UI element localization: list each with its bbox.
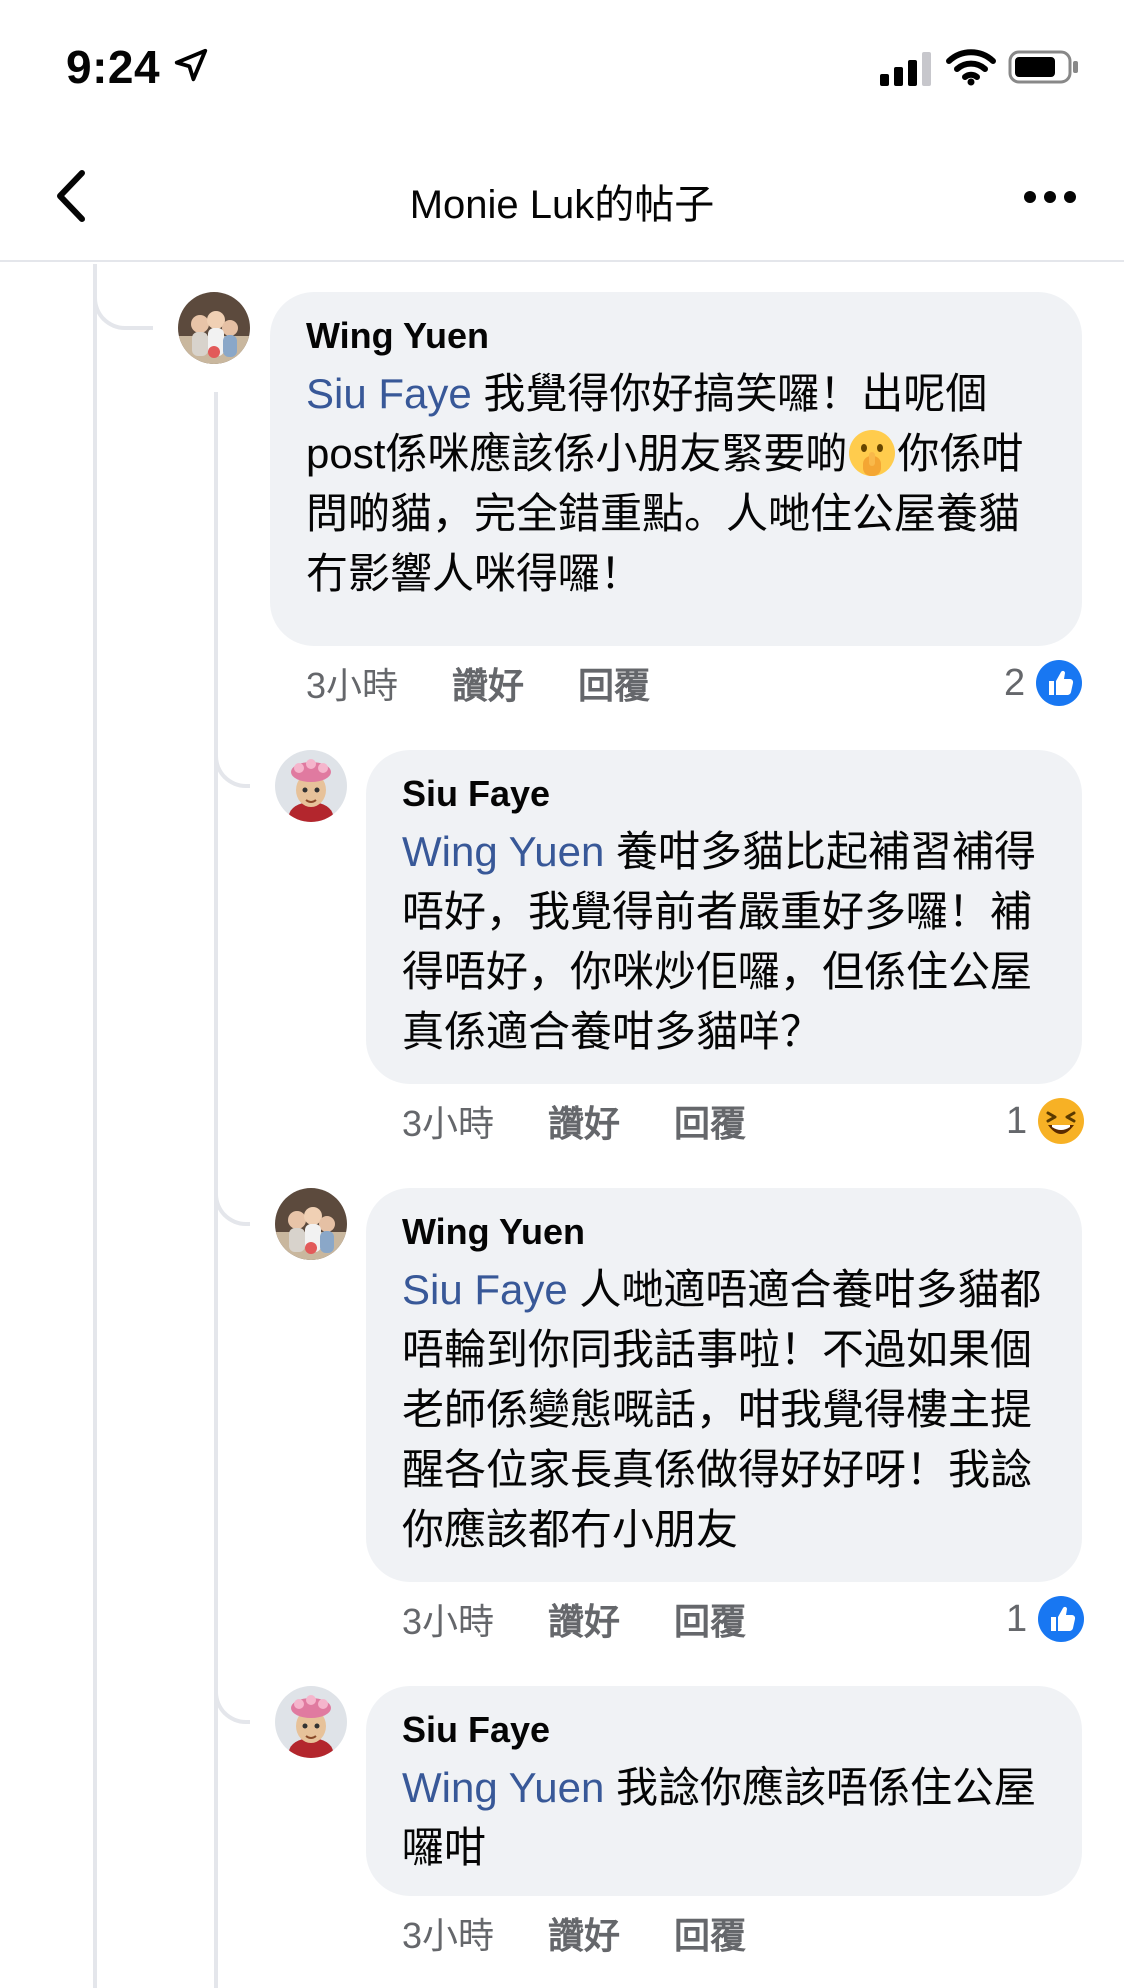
thread-line	[93, 264, 97, 1988]
comment-text: Siu Faye 我覺得你好搞笑囉！出呢個post係咪應該係小朋友緊要啲 你係咁…	[306, 364, 1046, 604]
comment-bubble: Wing Yuen Siu Faye 我覺得你好搞笑囉！出呢個post係咪應該係…	[270, 292, 1082, 646]
comment-time[interactable]: 3小時	[402, 1593, 494, 1645]
comment-time[interactable]: 3小時	[402, 1095, 494, 1147]
comment-author[interactable]: Wing Yuen	[402, 1210, 1046, 1254]
comment-time[interactable]: 3小時	[402, 1907, 494, 1959]
haha-icon	[1038, 1098, 1085, 1144]
comment-time[interactable]: 3小時	[306, 657, 398, 709]
location-arrow-icon	[174, 48, 208, 82]
status-time: 9:24	[66, 41, 161, 93]
comment-text: Siu Faye 人哋適唔適合養咁多貓都唔輪到你同我話事啦！不過如果個老師係變態…	[402, 1260, 1046, 1560]
reply-button[interactable]: 回覆	[674, 1095, 746, 1147]
like-button[interactable]: 讚好	[548, 1593, 620, 1645]
mention-link[interactable]: Wing Yuen	[402, 1764, 604, 1811]
reply-connector	[214, 1158, 250, 1226]
avatar[interactable]	[275, 1188, 347, 1260]
signal-icon	[880, 52, 931, 86]
page-title: Monie Luk的帖子	[409, 183, 715, 227]
reaction-summary[interactable]: 1	[1006, 1096, 1085, 1146]
mention-link[interactable]: Siu Faye	[402, 1266, 568, 1313]
reply-connector	[214, 720, 250, 788]
more-options-button[interactable]	[1016, 172, 1084, 222]
like-button[interactable]: 讚好	[548, 1095, 620, 1147]
reaction-summary[interactable]: 2	[1004, 658, 1083, 708]
mention-link[interactable]: Siu Faye	[306, 370, 472, 417]
comment-text: Wing Yuen 養咁多貓比起補習補得唔好，我覺得前者嚴重好多囉！補得唔好，你…	[402, 822, 1046, 1062]
shushing-face-icon	[849, 430, 896, 476]
battery-icon	[1008, 50, 1078, 84]
wifi-icon	[946, 49, 996, 86]
reply-button[interactable]: 回覆	[674, 1593, 746, 1645]
avatar[interactable]	[178, 292, 250, 364]
comment-author[interactable]: Wing Yuen	[306, 314, 1046, 358]
reaction-summary[interactable]: 1	[1006, 1594, 1085, 1644]
comment-bubble: Wing Yuen Siu Faye 人哋適唔適合養咁多貓都唔輪到你同我話事啦！…	[366, 1188, 1082, 1582]
comment-bubble: Siu Faye Wing Yuen 我諗你應該唔係住公屋囉咁	[366, 1686, 1082, 1896]
reaction-count: 1	[1006, 1099, 1028, 1142]
mention-link[interactable]: Wing Yuen	[402, 828, 604, 875]
reply-button[interactable]: 回覆	[674, 1907, 746, 1959]
comment-author[interactable]: Siu Faye	[402, 1708, 1046, 1752]
comment-actions: 3小時 讚好 回覆	[402, 1096, 800, 1146]
avatar[interactable]	[275, 1686, 347, 1758]
comment-text: Wing Yuen 我諗你應該唔係住公屋囉咁	[402, 1758, 1046, 1878]
reaction-count: 1	[1006, 1597, 1028, 1640]
header-bar: Monie Luk的帖子	[0, 130, 1124, 262]
like-button[interactable]: 讚好	[548, 1907, 620, 1959]
reaction-count: 2	[1004, 661, 1026, 704]
thread-connector	[93, 264, 153, 330]
like-button[interactable]: 讚好	[452, 657, 524, 709]
like-icon	[1038, 1596, 1085, 1642]
more-horizontal-icon	[1024, 191, 1076, 203]
like-icon	[1036, 660, 1083, 706]
comment-actions: 3小時 讚好 回覆	[306, 658, 704, 708]
reply-button[interactable]: 回覆	[578, 657, 650, 709]
reply-connector	[214, 1656, 250, 1724]
avatar[interactable]	[275, 750, 347, 822]
comment-bubble: Siu Faye Wing Yuen 養咁多貓比起補習補得唔好，我覺得前者嚴重好…	[366, 750, 1082, 1084]
comment-author[interactable]: Siu Faye	[402, 772, 1046, 816]
comment-actions: 3小時 讚好 回覆	[402, 1594, 800, 1644]
comment-actions: 3小時 讚好 回覆	[402, 1908, 800, 1958]
